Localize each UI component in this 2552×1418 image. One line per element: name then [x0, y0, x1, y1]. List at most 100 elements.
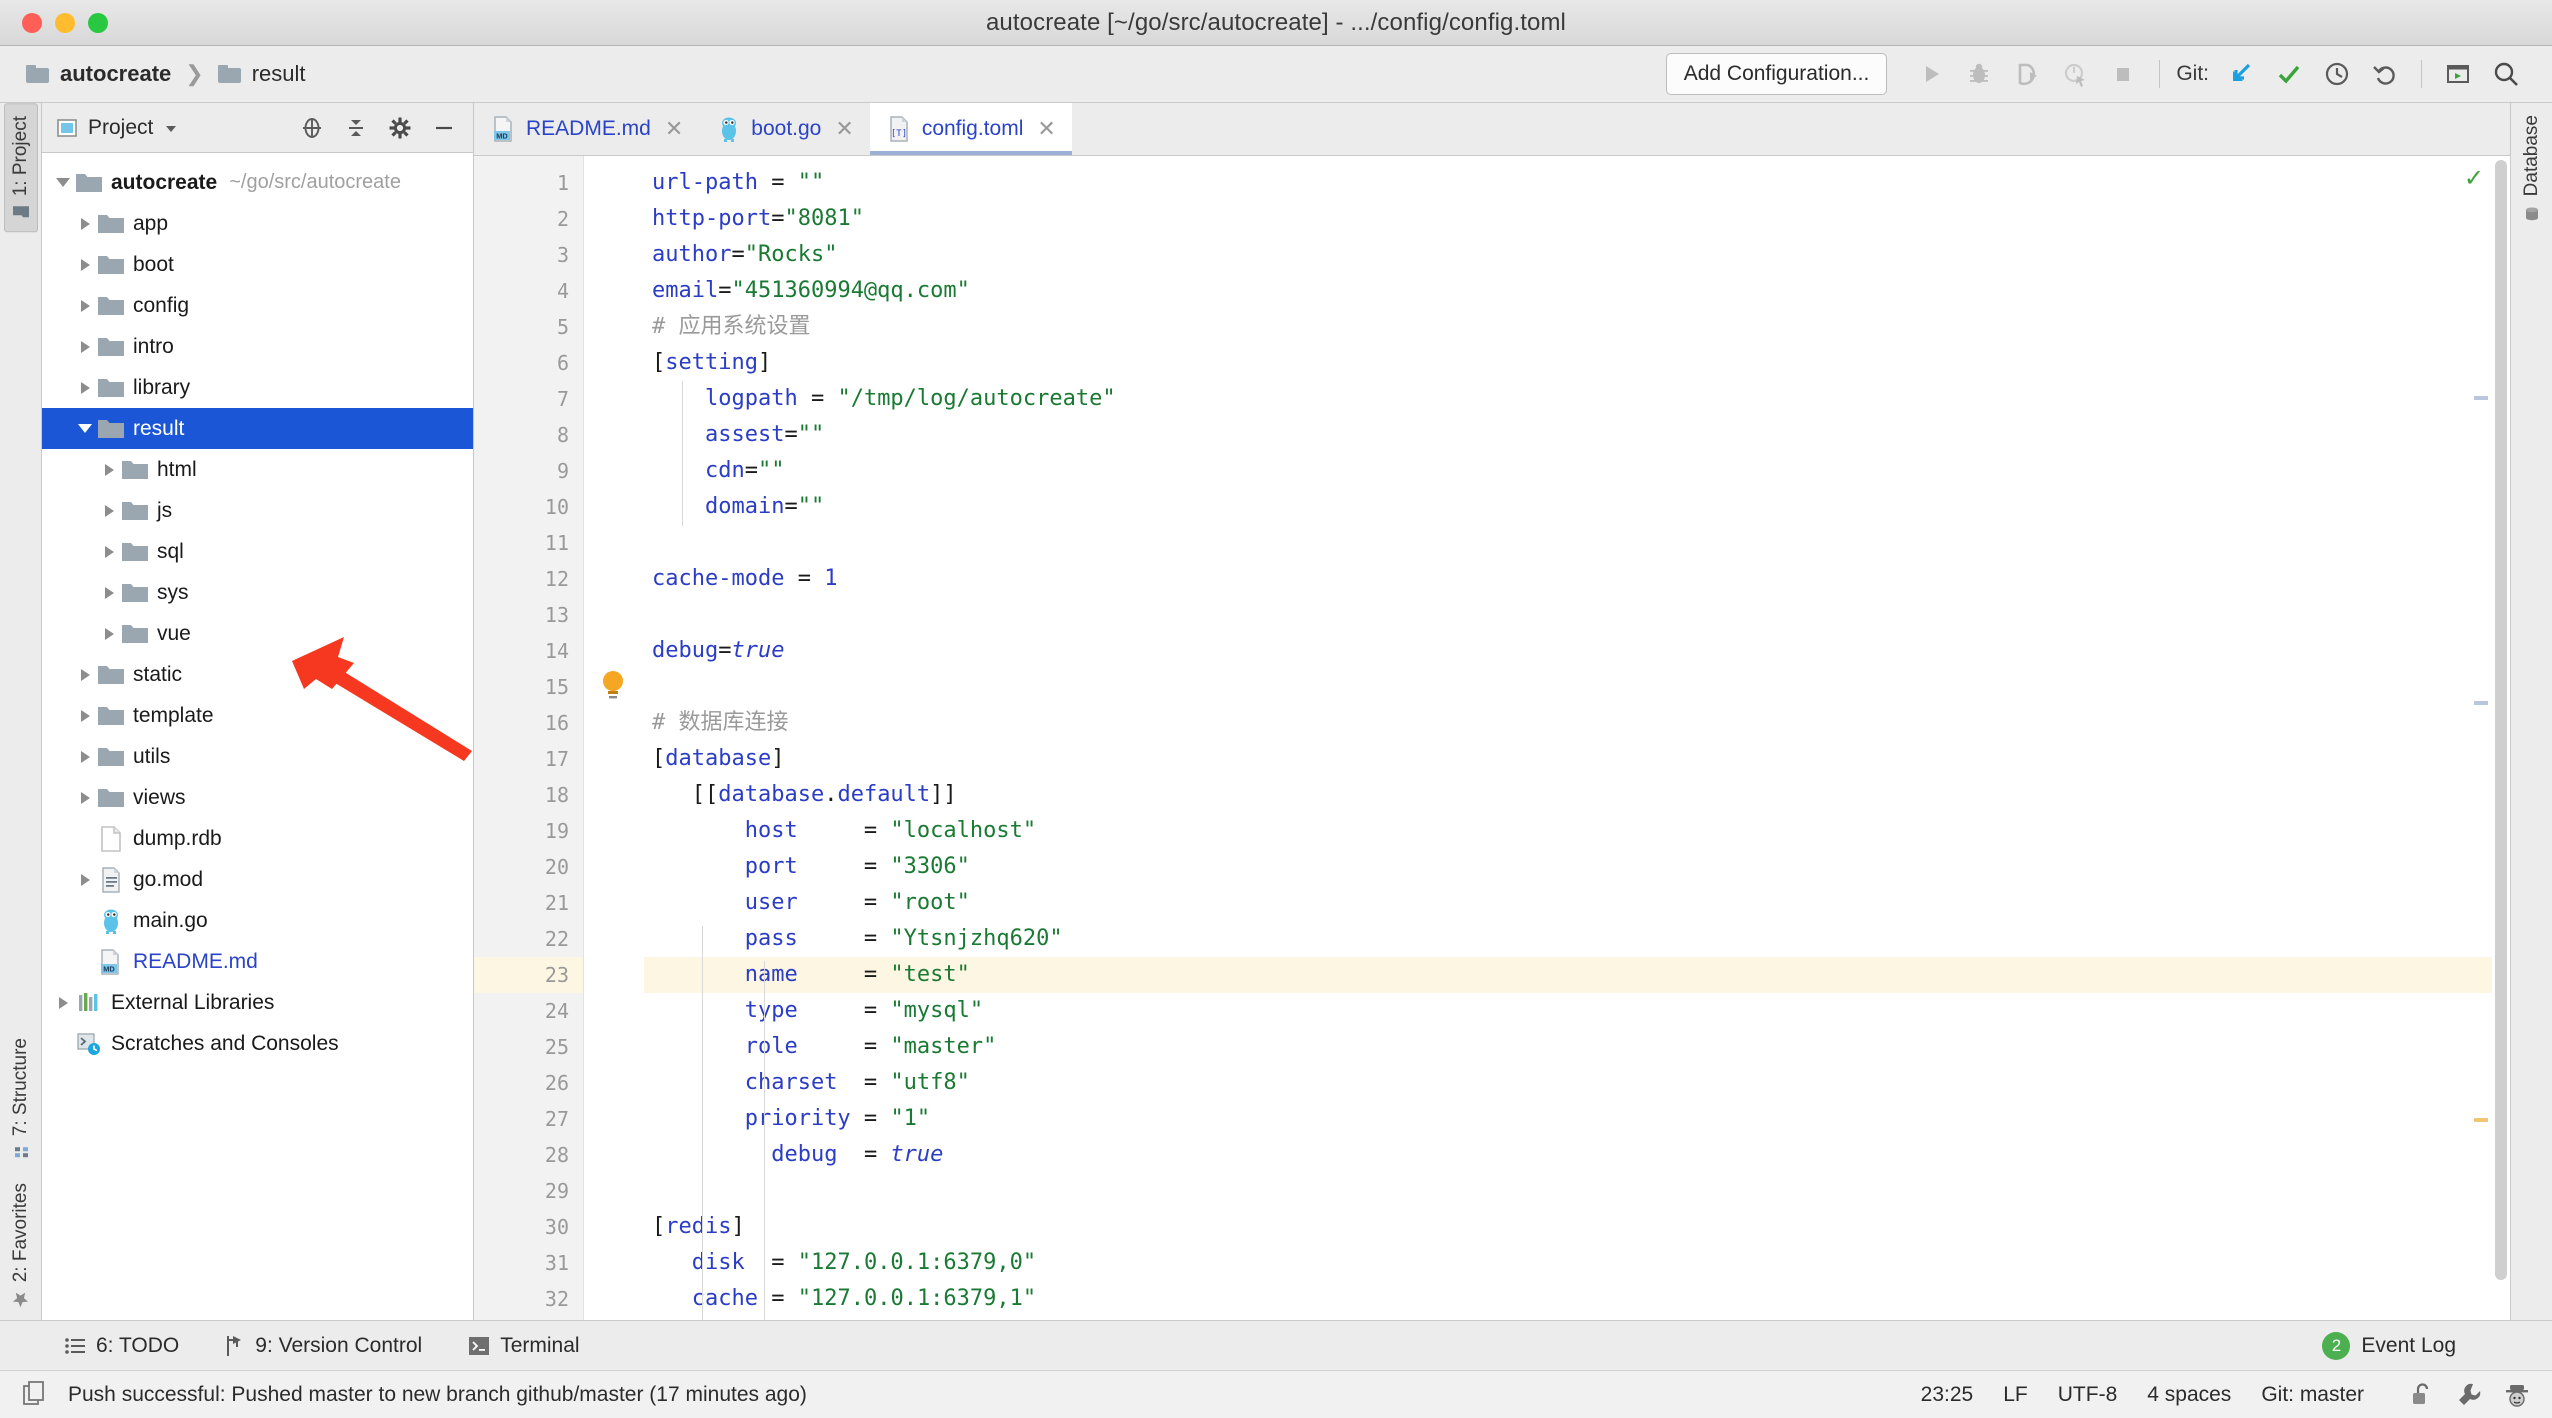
- git-branch[interactable]: Git: master: [2261, 1383, 2364, 1407]
- hector-icon[interactable]: [2504, 1382, 2530, 1408]
- close-icon[interactable]: ✕: [665, 116, 683, 142]
- tree-node-result[interactable]: result: [42, 408, 473, 449]
- code-line[interactable]: [644, 525, 2510, 561]
- profile-icon[interactable]: [2055, 54, 2095, 94]
- terminal-icon[interactable]: [2438, 54, 2478, 94]
- line-number[interactable]: 27: [474, 1101, 583, 1137]
- code-line[interactable]: domain="": [644, 489, 2510, 525]
- intention-bulb-icon[interactable]: [600, 669, 626, 703]
- code-content[interactable]: url-path = "" http-port="8081" author="Roc…: [644, 156, 2510, 1320]
- scrollbar-thumb[interactable]: [2495, 160, 2507, 1280]
- line-number[interactable]: 8: [474, 417, 583, 453]
- code-line[interactable]: charset = "utf8": [644, 1065, 2510, 1101]
- breadcrumb-item-result[interactable]: result: [217, 61, 306, 87]
- collapse-all-icon[interactable]: [339, 111, 373, 145]
- unlock-icon[interactable]: [2410, 1382, 2434, 1408]
- caret-position[interactable]: 23:25: [1921, 1383, 1974, 1407]
- history-icon[interactable]: [2317, 54, 2357, 94]
- line-number[interactable]: 2: [474, 201, 583, 237]
- line-number[interactable]: 31: [474, 1245, 583, 1281]
- code-line[interactable]: [database]: [644, 741, 2510, 777]
- chevron-right-icon[interactable]: [74, 381, 96, 394]
- code-line[interactable]: [[database.default]]: [644, 777, 2510, 813]
- code-line[interactable]: cdn="": [644, 453, 2510, 489]
- tree-node-views[interactable]: views: [42, 777, 473, 818]
- run-icon[interactable]: [1911, 54, 1951, 94]
- line-number[interactable]: 14: [474, 633, 583, 669]
- hide-icon[interactable]: [427, 111, 461, 145]
- add-configuration-button[interactable]: Add Configuration...: [1665, 53, 1888, 95]
- code-line[interactable]: host = "localhost": [644, 813, 2510, 849]
- line-number[interactable]: 25: [474, 1029, 583, 1065]
- code-line[interactable]: [setting]: [644, 345, 2510, 381]
- sidebar-item-favorites[interactable]: 2: Favorites: [5, 1171, 37, 1320]
- run-with-coverage-icon[interactable]: [2007, 54, 2047, 94]
- line-number[interactable]: 10: [474, 489, 583, 525]
- event-log-button[interactable]: 2 Event Log: [2322, 1331, 2552, 1360]
- code-line[interactable]: [644, 597, 2510, 633]
- chevron-right-icon[interactable]: [74, 791, 96, 804]
- tree-node-config[interactable]: config: [42, 285, 473, 326]
- chevron-down-icon[interactable]: [163, 120, 179, 136]
- chevron-down-icon[interactable]: [52, 178, 74, 187]
- tab-boot-go[interactable]: boot.go ✕: [699, 103, 870, 155]
- tree-node-vue[interactable]: vue: [42, 613, 473, 654]
- code-line[interactable]: # 应用系统设置: [644, 309, 2510, 345]
- code-line[interactable]: cache = "127.0.0.1:6379,1": [644, 1281, 2510, 1317]
- code-line[interactable]: [644, 669, 2510, 705]
- line-number[interactable]: 24: [474, 993, 583, 1029]
- code-line[interactable]: # 数据库连接: [644, 705, 2510, 741]
- code-line[interactable]: [redis]: [644, 1209, 2510, 1245]
- close-icon[interactable]: ✕: [1037, 116, 1055, 142]
- commit-icon[interactable]: [2269, 54, 2309, 94]
- line-number[interactable]: 28: [474, 1137, 583, 1173]
- line-separator[interactable]: LF: [2003, 1383, 2028, 1407]
- chevron-right-icon[interactable]: [98, 504, 120, 517]
- chevron-right-icon[interactable]: [74, 258, 96, 271]
- encoding[interactable]: UTF-8: [2058, 1383, 2118, 1407]
- chevron-right-icon[interactable]: [74, 299, 96, 312]
- chevron-right-icon[interactable]: [74, 217, 96, 230]
- code-line[interactable]: type = "mysql": [644, 993, 2510, 1029]
- line-number[interactable]: 3: [474, 237, 583, 273]
- code-line[interactable]: disk = "127.0.0.1:6379,0": [644, 1245, 2510, 1281]
- tree-node-template[interactable]: template: [42, 695, 473, 736]
- tab-readme-md[interactable]: MD README.md ✕: [474, 103, 699, 155]
- tree-node-app[interactable]: app: [42, 203, 473, 244]
- chevron-right-icon[interactable]: [74, 668, 96, 681]
- line-number[interactable]: 1: [474, 165, 583, 201]
- sidebar-item-structure[interactable]: 7: Structure: [5, 1026, 37, 1171]
- code-line[interactable]: port = "3306": [644, 849, 2510, 885]
- line-number[interactable]: 4: [474, 273, 583, 309]
- line-number[interactable]: 16: [474, 705, 583, 741]
- tool-window-version-control[interactable]: 9: Version Control: [225, 1334, 422, 1358]
- tree-node-autocreate[interactable]: autocreate ~/go/src/autocreate: [42, 162, 473, 203]
- code-editor[interactable]: 1 2 3 4 5 6 7 8 9 10 11 12 13 14 15 16 17 18 19 20 21 22 23 24 2…: [474, 156, 2510, 1320]
- code-line[interactable]: role = "master": [644, 1029, 2510, 1065]
- tool-window-todo[interactable]: 6: TODO: [64, 1334, 179, 1358]
- tree-node-intro[interactable]: intro: [42, 326, 473, 367]
- code-line[interactable]: url-path = "": [644, 165, 2510, 201]
- code-line[interactable]: cache-mode = 1: [644, 561, 2510, 597]
- search-everywhere-icon[interactable]: [2486, 54, 2526, 94]
- line-number[interactable]: 15: [474, 669, 583, 705]
- chevron-right-icon[interactable]: [74, 873, 96, 886]
- tree-node-sql[interactable]: sql: [42, 531, 473, 572]
- stop-icon[interactable]: [2103, 54, 2143, 94]
- line-number[interactable]: 29: [474, 1173, 583, 1209]
- line-number[interactable]: 11: [474, 525, 583, 561]
- line-number[interactable]: 17: [474, 741, 583, 777]
- tree-node-readme-md[interactable]: MD README.md: [42, 941, 473, 982]
- tree-node-js[interactable]: js: [42, 490, 473, 531]
- line-number[interactable]: 9: [474, 453, 583, 489]
- line-number[interactable]: 26: [474, 1065, 583, 1101]
- line-number[interactable]: 7: [474, 381, 583, 417]
- line-number[interactable]: 13: [474, 597, 583, 633]
- chevron-right-icon[interactable]: [98, 463, 120, 476]
- project-tree[interactable]: autocreate ~/go/src/autocreate app boot: [42, 153, 473, 1320]
- line-number[interactable]: 23: [474, 957, 583, 993]
- wrench-icon[interactable]: [2456, 1382, 2482, 1408]
- code-line[interactable]: logpath = "/tmp/log/autocreate": [644, 381, 2510, 417]
- code-line[interactable]: name = "test": [644, 957, 2510, 993]
- code-line[interactable]: pass = "Ytsnjzhq620": [644, 921, 2510, 957]
